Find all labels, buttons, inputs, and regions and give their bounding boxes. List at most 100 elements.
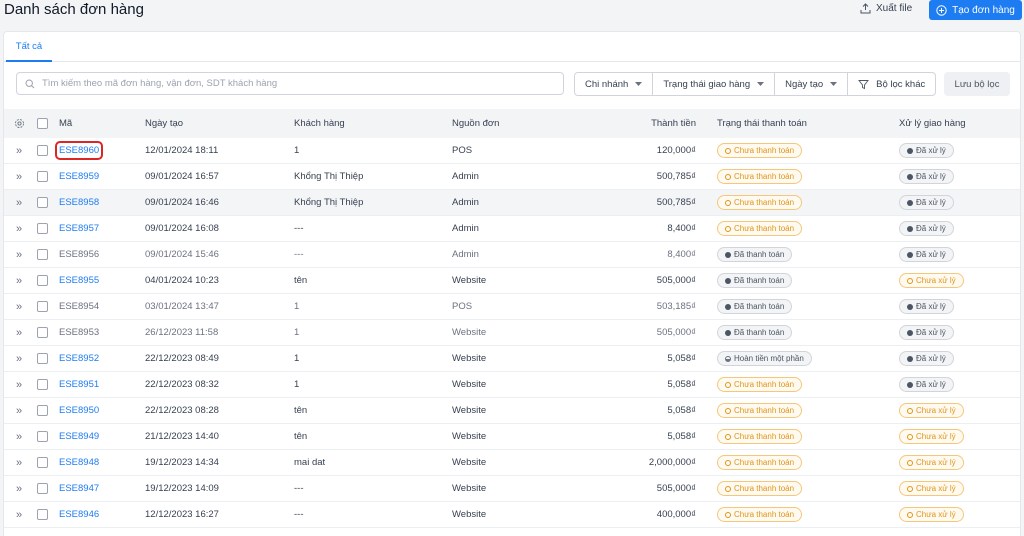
row-checkbox[interactable] [36, 379, 48, 390]
double-chevron-right-icon[interactable]: » [16, 223, 22, 235]
table-row[interactable]: » ESE8948 19/12/2023 14:34 mai dat Website 2,… [4, 450, 1020, 476]
order-code-link[interactable]: ESE8950 [59, 405, 99, 416]
double-chevron-right-icon[interactable]: » [16, 509, 22, 521]
double-chevron-right-icon[interactable]: » [16, 197, 22, 209]
order-code-link[interactable]: ESE8954 [59, 301, 99, 312]
payment-status-label: Chưa thanh toán [734, 380, 795, 389]
double-chevron-right-icon[interactable]: » [16, 301, 22, 313]
table-row[interactable]: » ESE8954 03/01/2024 13:47 1 POS 503,185₫ Đã t… [4, 294, 1020, 320]
double-chevron-right-icon[interactable]: » [16, 171, 22, 183]
table-row[interactable]: » ESE8950 22/12/2023 08:28 tên Website 5,058₫… [4, 398, 1020, 424]
table-row[interactable]: » ESE8953 26/12/2023 11:58 1 Website 505,000₫… [4, 320, 1020, 346]
double-chevron-right-icon[interactable]: » [16, 353, 22, 365]
order-code-link[interactable]: ESE8958 [59, 197, 99, 208]
order-total: 500,785₫ [656, 171, 696, 182]
order-code-link[interactable]: ESE8956 [59, 249, 99, 260]
order-code-link[interactable]: ESE8960 [54, 141, 104, 160]
double-chevron-right-icon[interactable]: » [16, 431, 22, 443]
table-row[interactable]: » ESE8956 09/01/2024 15:46 --- Admin 8,400₫ Đã… [4, 242, 1020, 268]
delivery-status-filter-label: Trạng thái giao hàng [663, 78, 751, 90]
order-code-link[interactable]: ESE8946 [59, 509, 99, 520]
payment-status-cell: Đã thanh toán [717, 268, 793, 293]
payment-status-badge: Chưa thanh toán [717, 455, 803, 470]
status-dot-icon [907, 251, 913, 258]
search-box[interactable] [16, 72, 564, 95]
table-row[interactable]: » ESE8951 22/12/2023 08:32 1 Website 5,058₫ Ch… [4, 372, 1020, 398]
table-row[interactable]: » ESE8959 09/01/2024 16:57 Khổng Thị Thiệp A… [4, 164, 1020, 190]
order-code-link[interactable]: ESE8947 [59, 483, 99, 494]
other-filters-button[interactable]: Bộ lọc khác [848, 73, 935, 95]
create-order-button[interactable]: Tạo đơn hàng [929, 0, 1022, 20]
header-total: Thành tiền [651, 118, 696, 129]
order-customer: --- [294, 249, 304, 260]
row-checkbox[interactable] [36, 405, 48, 416]
double-chevron-right-icon[interactable]: » [16, 327, 22, 339]
status-dot-icon [907, 433, 913, 440]
row-checkbox[interactable] [36, 509, 48, 520]
payment-status-label: Chưa thanh toán [734, 432, 795, 441]
order-code-link[interactable]: ESE8959 [59, 171, 99, 182]
table-row[interactable]: » ESE8949 21/12/2023 14:40 tên Website 5,058₫… [4, 424, 1020, 450]
row-checkbox[interactable] [36, 353, 48, 364]
row-checkbox[interactable] [36, 145, 48, 156]
order-code-link[interactable]: ESE8951 [59, 379, 99, 390]
table-row[interactable]: » ESE8957 09/01/2024 16:08 --- Admin 8,400₫ Ch… [4, 216, 1020, 242]
row-checkbox-cell [36, 268, 48, 293]
order-code-link[interactable]: ESE8955 [59, 275, 99, 286]
order-total: 5,058₫ [667, 431, 696, 442]
order-code-link[interactable]: ESE8949 [59, 431, 99, 442]
order-code-link[interactable]: ESE8957 [59, 223, 99, 234]
order-customer: tên [294, 431, 308, 442]
created-date-filter[interactable]: Ngày tạo [775, 73, 849, 95]
row-checkbox[interactable] [36, 301, 48, 312]
row-checkbox[interactable] [36, 457, 48, 468]
table-row[interactable]: » ESE8955 04/01/2024 10:23 tên Website 505,00… [4, 268, 1020, 294]
payment-status-label: Chưa thanh toán [734, 510, 795, 519]
delivery-status-filter[interactable]: Trạng thái giao hàng [653, 73, 776, 95]
row-checkbox[interactable] [36, 275, 48, 286]
row-checkbox[interactable] [36, 483, 48, 494]
row-checkbox[interactable] [36, 431, 48, 442]
payment-status-label: Đã thanh toán [734, 302, 785, 311]
order-customer: 1 [294, 301, 300, 312]
double-chevron-right-icon[interactable]: » [16, 145, 22, 157]
order-code-link[interactable]: ESE8952 [59, 353, 99, 364]
table-row[interactable]: » ESE8958 09/01/2024 16:46 Khổng Thị Thiệp A… [4, 190, 1020, 216]
row-checkbox[interactable] [36, 197, 48, 208]
double-chevron-right-icon[interactable]: » [16, 379, 22, 391]
order-code-cell: ESE8953 [59, 320, 99, 345]
select-all-checkbox[interactable] [36, 118, 48, 129]
row-checkbox[interactable] [36, 249, 48, 260]
create-order-label: Tạo đơn hàng [952, 4, 1015, 16]
row-checkbox[interactable] [36, 171, 48, 182]
save-filter-button[interactable]: Lưu bộ lọc [944, 72, 1010, 96]
table-row[interactable]: » ESE8960 12/01/2024 18:11 1 POS 120,000₫ Chưa… [4, 138, 1020, 164]
payment-status-cell: Chưa thanh toán [717, 190, 803, 215]
column-settings[interactable] [13, 109, 25, 138]
order-customer: --- [294, 509, 304, 520]
row-checkbox[interactable] [36, 223, 48, 234]
shipping-status-cell: Chưa xử lý [899, 476, 964, 501]
row-checkbox[interactable] [36, 327, 48, 338]
status-dot-icon [907, 199, 913, 206]
branch-filter[interactable]: Chi nhánh [575, 73, 654, 95]
double-chevron-right-icon[interactable]: » [16, 275, 22, 287]
double-chevron-right-icon[interactable]: » [16, 457, 22, 469]
order-date: 09/01/2024 16:46 [145, 197, 219, 208]
double-chevron-right-icon[interactable]: » [16, 249, 22, 261]
order-customer: 1 [294, 145, 300, 156]
table-row[interactable]: » ESE8947 19/12/2023 14:09 --- Website 505,00… [4, 476, 1020, 502]
double-chevron-right-icon[interactable]: » [16, 405, 22, 417]
table-row[interactable]: » ESE8946 12/12/2023 16:27 --- Website 400,00… [4, 502, 1020, 528]
status-dot-icon [907, 355, 913, 362]
header-customer: Khách hàng [294, 118, 345, 129]
order-code-link[interactable]: ESE8948 [59, 457, 99, 468]
order-code-link[interactable]: ESE8953 [59, 327, 99, 338]
page-header: Danh sách đơn hàng Xuất file Tạo đơn hàn… [0, 0, 1024, 26]
search-input[interactable] [42, 78, 542, 89]
shipping-status-badge: Đã xử lý [899, 377, 954, 392]
export-file-button[interactable]: Xuất file [860, 3, 912, 14]
double-chevron-right-icon[interactable]: » [16, 483, 22, 495]
tab-all[interactable]: Tất cả [6, 32, 52, 62]
table-row[interactable]: » ESE8952 22/12/2023 08:49 1 Website 5,058₫ Ho… [4, 346, 1020, 372]
